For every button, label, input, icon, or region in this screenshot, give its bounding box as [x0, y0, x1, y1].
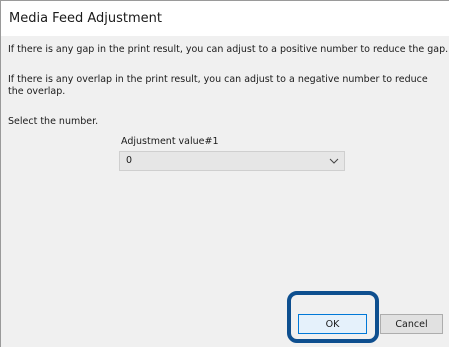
gap-instruction: If there is any gap in the print result,…	[8, 44, 449, 55]
adjustment-value-selected: 0	[126, 155, 133, 166]
dialog-body: If there is any gap in the print result,…	[0, 36, 449, 347]
adjustment-value-label: Adjustment value#1	[121, 136, 219, 147]
select-number-prompt: Select the number.	[8, 116, 99, 127]
dialog-title: Media Feed Adjustment	[9, 11, 162, 26]
overlap-instruction: If there is any overlap in the print res…	[8, 74, 428, 97]
cancel-button[interactable]: Cancel	[380, 314, 443, 334]
chevron-down-icon	[329, 158, 339, 164]
title-bar: Media Feed Adjustment	[0, 0, 449, 36]
adjustment-value-dropdown[interactable]: 0	[119, 151, 345, 171]
ok-button[interactable]: OK	[298, 314, 367, 334]
media-feed-adjustment-dialog: Media Feed Adjustment If there is any ga…	[0, 0, 449, 347]
